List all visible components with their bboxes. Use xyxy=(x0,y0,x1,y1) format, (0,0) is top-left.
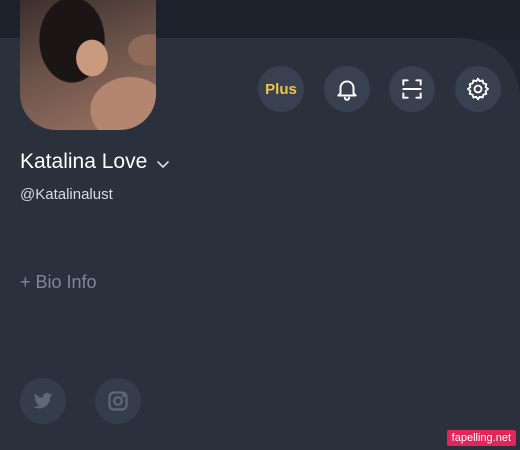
gear-icon xyxy=(467,77,489,101)
username-handle: @Katalinalust xyxy=(20,186,113,203)
display-name: Katalina Love xyxy=(20,150,148,173)
add-bio-button[interactable]: + Bio Info xyxy=(20,272,97,293)
twitter-button[interactable] xyxy=(20,378,66,424)
twitter-icon xyxy=(33,392,53,409)
notifications-button[interactable] xyxy=(324,66,370,112)
settings-button[interactable] xyxy=(455,66,501,112)
plus-label: Plus xyxy=(265,80,297,98)
instagram-icon xyxy=(108,391,128,411)
bell-icon xyxy=(337,80,357,101)
avatar[interactable] xyxy=(20,0,156,130)
plus-button[interactable]: Plus xyxy=(258,66,304,112)
watermark: fapelling.net xyxy=(446,430,516,446)
scan-button[interactable] xyxy=(389,66,435,112)
instagram-button[interactable] xyxy=(95,378,141,424)
chevron-down-icon[interactable] xyxy=(155,156,171,172)
name-row[interactable]: Katalina Love xyxy=(20,150,171,174)
scan-icon xyxy=(402,79,422,99)
